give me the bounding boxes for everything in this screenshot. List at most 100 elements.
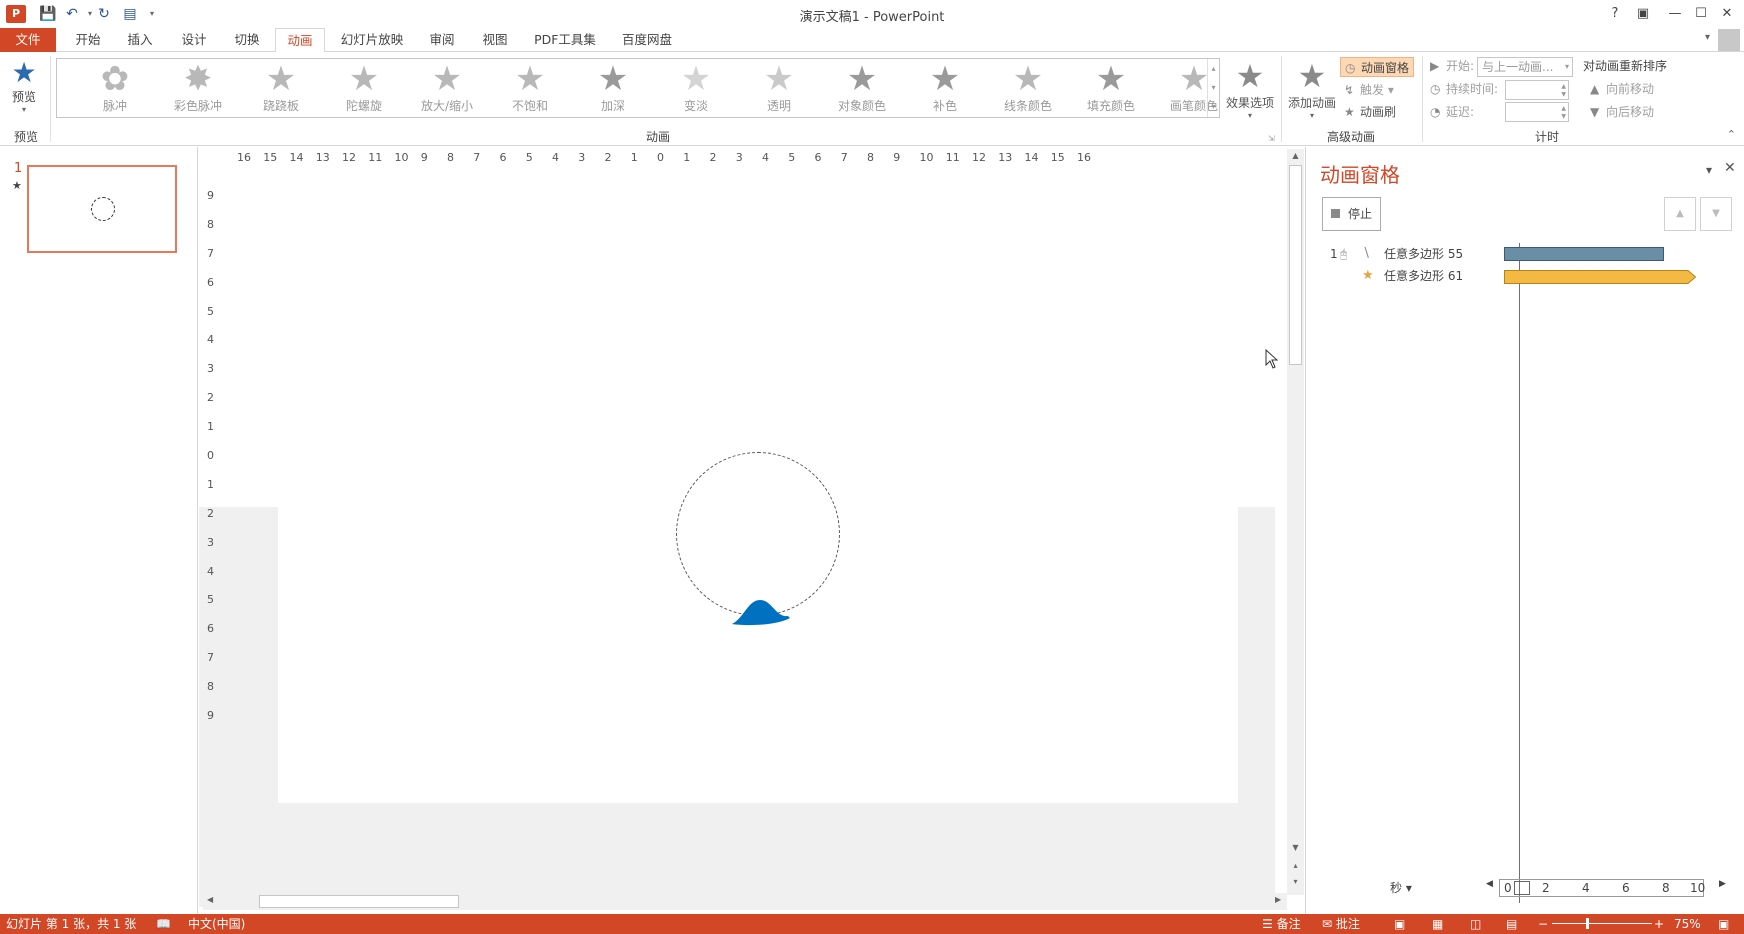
zoom-slider-knob[interactable] bbox=[1586, 918, 1589, 929]
animation-brush-color[interactable]: ★ 画笔颜色 bbox=[1154, 61, 1234, 114]
horizontal-scrollbar[interactable]: ◀ ▶ bbox=[203, 893, 1287, 910]
spin-down-icon[interactable]: ▼ bbox=[1561, 112, 1566, 121]
reading-view-icon[interactable]: ◫ bbox=[1470, 914, 1481, 934]
pane-options-icon[interactable]: ▾ bbox=[1706, 163, 1712, 177]
account-dropdown-icon[interactable]: ▾ bbox=[1705, 32, 1710, 43]
gallery-scrollbar[interactable]: ▴ ▾ ▾ bbox=[1207, 59, 1219, 117]
animation-lighten[interactable]: ★ 变淡 bbox=[656, 61, 736, 114]
normal-view-icon[interactable]: ▣ bbox=[1394, 914, 1405, 934]
zoom-slider[interactable] bbox=[1552, 923, 1652, 924]
tab-baidu-netdisk[interactable]: 百度网盘 bbox=[615, 28, 679, 52]
animation-complementary-color[interactable]: ★ 补色 bbox=[905, 61, 985, 114]
vertical-scroll-thumb[interactable] bbox=[1289, 165, 1302, 365]
tab-transitions[interactable]: 切换 bbox=[227, 28, 267, 52]
trigger-button[interactable]: ↯ 触发 ▾ bbox=[1344, 80, 1394, 100]
move-earlier-button[interactable]: ▲ 向前移动 bbox=[1590, 79, 1654, 99]
spin-down-icon[interactable]: ▼ bbox=[1561, 90, 1566, 99]
ruler-tick: 6 bbox=[814, 151, 822, 164]
maximize-icon[interactable]: ☐ bbox=[1690, 4, 1712, 24]
chevron-down-icon[interactable]: ▾ bbox=[1208, 78, 1219, 97]
tab-review[interactable]: 审阅 bbox=[422, 28, 462, 52]
scroll-left-icon[interactable]: ◀ bbox=[207, 895, 213, 904]
effect-options-button[interactable]: ★ 效果选项 ▾ bbox=[1224, 58, 1276, 120]
motion-path-circle[interactable] bbox=[676, 452, 840, 616]
start-dropdown[interactable]: 与上一动画... ▾ bbox=[1477, 57, 1573, 77]
animation-painter-icon: ★ bbox=[1344, 105, 1355, 119]
gallery-more-icon[interactable]: ▾ bbox=[1208, 97, 1219, 116]
animation-grow-shrink[interactable]: ★ 放大/缩小 bbox=[407, 61, 487, 114]
zoom-level[interactable]: 75% bbox=[1674, 914, 1701, 934]
animation-teeter[interactable]: ★ 跷跷板 bbox=[241, 61, 321, 114]
animation-pane-button[interactable]: ◷ 动画窗格 bbox=[1340, 57, 1415, 77]
tab-slideshow[interactable]: 幻灯片放映 bbox=[336, 28, 408, 52]
ruler-tick: 5 bbox=[788, 151, 796, 164]
freeform-shape[interactable] bbox=[730, 596, 790, 626]
tab-view[interactable]: 视图 bbox=[475, 28, 515, 52]
ruler-tick: 7 bbox=[207, 651, 214, 665]
delay-input[interactable]: ▲ ▼ bbox=[1505, 102, 1569, 122]
time-unit-dropdown[interactable]: 秒 ▾ bbox=[1390, 879, 1412, 896]
previous-slide-icon[interactable]: ▴ bbox=[1287, 861, 1304, 870]
animation-label: 放大/缩小 bbox=[420, 99, 474, 113]
add-animation-button[interactable]: ★ 添加动画 ▾ bbox=[1286, 58, 1338, 120]
animation-pane-icon: ◷ bbox=[1345, 61, 1356, 75]
dialog-launcher-icon[interactable]: ⇲ bbox=[1268, 134, 1275, 143]
comments-button[interactable]: ✉ 批注 bbox=[1322, 914, 1360, 934]
ruler-tick: 13 bbox=[998, 151, 1013, 164]
animation-line-color[interactable]: ★ 线条颜色 bbox=[988, 61, 1068, 114]
next-slide-icon[interactable]: ▾ bbox=[1287, 877, 1304, 886]
preview-button[interactable]: ★ 预览 ▾ bbox=[6, 58, 42, 115]
vertical-scrollbar[interactable]: ▲ ▼ ▴ ▾ bbox=[1287, 149, 1304, 895]
language-status[interactable]: 中文(中国) bbox=[188, 914, 245, 934]
close-icon[interactable]: ✕ bbox=[1716, 4, 1738, 24]
user-avatar-icon[interactable] bbox=[1718, 29, 1740, 51]
collapse-ribbon-icon[interactable]: ⌃ bbox=[1727, 128, 1736, 141]
stop-button[interactable]: 停止 bbox=[1322, 197, 1381, 231]
move-up-button[interactable]: ▲ bbox=[1664, 197, 1696, 231]
tab-insert[interactable]: 插入 bbox=[120, 28, 160, 52]
ribbon-display-options-icon[interactable]: ▣ bbox=[1632, 4, 1654, 24]
animation-painter-button[interactable]: ★ 动画刷 bbox=[1344, 102, 1396, 122]
tab-animations[interactable]: 动画 bbox=[275, 28, 325, 53]
animation-desaturate[interactable]: ★ 不饱和 bbox=[490, 61, 570, 114]
tab-file[interactable]: 文件 bbox=[0, 28, 56, 52]
help-icon[interactable]: ? bbox=[1604, 4, 1626, 24]
close-pane-icon[interactable]: ✕ bbox=[1724, 160, 1736, 176]
scroll-timeline-left-icon[interactable]: ◀ bbox=[1486, 879, 1493, 889]
scroll-right-icon[interactable]: ▶ bbox=[1275, 895, 1281, 904]
animation-object-color[interactable]: ★ 对象颜色 bbox=[822, 61, 902, 114]
chevron-up-icon[interactable]: ▴ bbox=[1208, 59, 1219, 78]
animation-label: 透明 bbox=[766, 99, 791, 113]
motion-path-icon: ∖ bbox=[1362, 246, 1371, 261]
tab-home[interactable]: 开始 bbox=[68, 28, 108, 52]
tab-design[interactable]: 设计 bbox=[174, 28, 214, 52]
animation-spin[interactable]: ★ 陀螺旋 bbox=[324, 61, 404, 114]
zoom-out-icon[interactable]: − bbox=[1538, 914, 1548, 934]
animation-pulse[interactable]: ✿ 脉冲 bbox=[75, 61, 155, 114]
animation-transparency[interactable]: ★ 透明 bbox=[739, 61, 819, 114]
notes-button[interactable]: ☰ 备注 bbox=[1262, 914, 1301, 934]
zoom-in-icon[interactable]: + bbox=[1654, 914, 1664, 934]
animation-darken[interactable]: ★ 加深 bbox=[573, 61, 653, 114]
minimize-icon[interactable]: — bbox=[1664, 4, 1686, 24]
ruler-tick: 8 bbox=[207, 217, 214, 231]
ribbon: ★ 预览 ▾ 预览 ✿ 脉冲 ✸ 彩色脉冲 ★ 跷跷板 ★ 陀螺旋 ★ 放大/缩小 ★ 不饱… bbox=[0, 52, 1744, 146]
horizontal-scroll-thumb[interactable] bbox=[259, 895, 459, 908]
slide-thumbnail[interactable] bbox=[27, 165, 177, 253]
move-down-button[interactable]: ▼ bbox=[1700, 197, 1732, 231]
slide-sorter-icon[interactable]: ▦ bbox=[1432, 914, 1443, 934]
animation-fill-color[interactable]: ★ 填充颜色 bbox=[1071, 61, 1151, 114]
timing-bar-emphasis[interactable] bbox=[1504, 270, 1696, 284]
scroll-up-icon[interactable]: ▲ bbox=[1287, 151, 1304, 160]
slideshow-view-icon[interactable]: ▤ bbox=[1506, 914, 1517, 934]
spell-check-icon[interactable]: 📖 bbox=[156, 914, 171, 934]
fit-to-window-icon[interactable]: ▣ bbox=[1718, 914, 1729, 934]
animation-color-pulse[interactable]: ✸ 彩色脉冲 bbox=[158, 61, 238, 114]
timing-bar-motion[interactable] bbox=[1504, 247, 1664, 261]
duration-input[interactable]: ▲ ▼ bbox=[1505, 80, 1569, 100]
scroll-timeline-right-icon[interactable]: ▶ bbox=[1719, 879, 1726, 889]
move-later-button[interactable]: ▼ 向后移动 bbox=[1590, 102, 1654, 122]
scale-tick: 4 bbox=[1582, 881, 1590, 895]
tab-pdf-tools[interactable]: PDF工具集 bbox=[532, 28, 598, 52]
scroll-down-icon[interactable]: ▼ bbox=[1287, 843, 1304, 852]
